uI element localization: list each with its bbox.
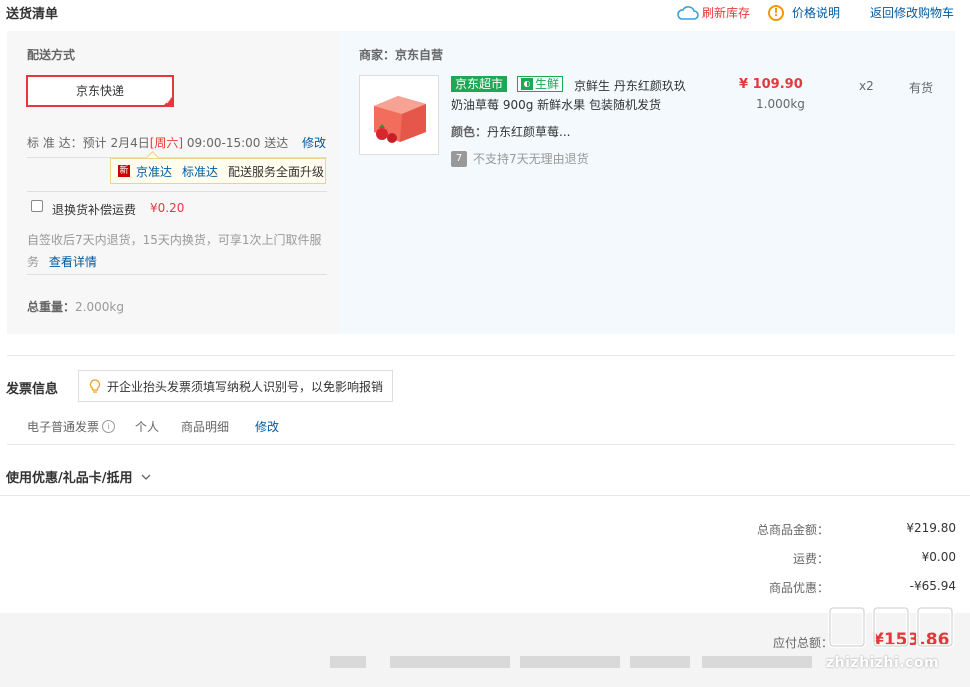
redacted-text	[630, 656, 690, 668]
total-weight: 总重量：2.000kg	[27, 300, 124, 314]
check-icon: ✓	[165, 97, 172, 106]
shipping-method-label: 京东快递	[75, 84, 124, 98]
freight-label: 运费：	[792, 552, 829, 566]
bzd-link[interactable]: 标准达	[182, 163, 218, 180]
watermark-text: zhizhizhi.com	[826, 655, 940, 671]
return-freight-label: 退换货补偿运费	[52, 203, 137, 217]
redacted-text	[520, 656, 620, 668]
back-to-cart-link[interactable]: 返回修改购物车	[870, 4, 954, 21]
warning-icon: !	[767, 4, 784, 21]
divider	[27, 274, 327, 275]
invoice-tip: 开企业抬头发票须填写纳税人识别号，以免影响报销	[78, 370, 393, 402]
cloud-refresh-icon	[677, 5, 699, 20]
edit-delivery-time-link[interactable]: 修改	[302, 134, 326, 151]
return-freight-price: ¥0.20	[150, 201, 185, 215]
divider	[7, 444, 955, 445]
invoice-content: 商品明细	[181, 420, 230, 434]
product-name-link[interactable]: 京鲜生 丹东红颜玖玖	[574, 77, 686, 94]
freight-value: ¥0.00	[921, 550, 956, 564]
invoice-type: 电子普通发票	[27, 420, 100, 434]
fresh-icon: ◐	[521, 78, 533, 90]
jd-supermarket-badge: 京东超市	[451, 76, 508, 92]
fresh-badge: ◐ 生鲜	[517, 76, 564, 92]
goods-total-value: ¥219.80	[906, 521, 956, 535]
return-policy-note: 自签收后7天内退货，15天内换货，可享1次上门取件服务 查看详情	[27, 233, 322, 269]
lightbulb-icon	[89, 379, 101, 393]
standard-delivery-info: 标 准 达：预计 2月4日[周六] 09:00-15:00 送达	[27, 136, 289, 150]
invoice-person: 个人	[135, 420, 160, 434]
product-thumbnail[interactable]	[359, 75, 439, 155]
price-explain-link[interactable]: ! 价格说明	[767, 4, 840, 21]
shipping-method-option[interactable]: 京东快递 ✓	[26, 75, 174, 107]
divider	[0, 495, 970, 496]
redacted-text	[390, 656, 510, 668]
invoice-details: 电子普通发票 i 个人 商品明细 修改	[27, 418, 301, 435]
jzd-link[interactable]: 京准达	[136, 163, 172, 180]
invoice-title: 发票信息	[6, 382, 59, 397]
info-icon[interactable]: i	[102, 420, 116, 433]
no-return-notice: 7 不支持7天无理由退货	[451, 150, 589, 167]
shipping-label: 配送方式	[27, 48, 76, 62]
return-freight-checkbox[interactable]	[31, 200, 43, 212]
new-badge-icon: 新	[118, 165, 130, 177]
discount-label: 商品优惠：	[768, 581, 829, 595]
divider	[27, 191, 327, 192]
strawberry-box-image	[374, 96, 426, 143]
redacted-text	[702, 656, 812, 668]
seven-day-icon: 7	[451, 150, 467, 167]
goods-total-label: 总商品金额：	[756, 523, 829, 537]
page-title: 送货清单	[6, 7, 59, 22]
discount-value: -¥65.94	[909, 579, 956, 593]
merchant-label: 商家：京东自营	[359, 48, 444, 62]
product-color: 颜色：丹东红颜草莓...	[451, 125, 571, 139]
product-price: ¥ 109.90	[739, 77, 803, 92]
divider	[7, 355, 955, 356]
stock-status: 有货	[909, 81, 934, 95]
product-weight: 1.000kg	[756, 97, 805, 111]
delivery-upgrade-tip: 新 京准达 标准达 配送服务全面升级	[110, 158, 326, 184]
view-details-link[interactable]: 查看详情	[49, 255, 97, 269]
refresh-stock-link[interactable]: 刷新库存	[677, 4, 750, 21]
header-actions: 刷新库存 ! 价格说明 返回修改购物车	[659, 4, 954, 21]
product-name-line2[interactable]: 奶油草莓 900g 新鲜水果 包装随机发货	[451, 96, 661, 113]
redacted-text	[330, 656, 366, 668]
invoice-edit-link[interactable]: 修改	[255, 418, 279, 435]
product-quantity: x2	[859, 79, 874, 93]
chevron-down-icon	[141, 474, 150, 480]
coupon-toggle[interactable]: 使用优惠/礼品卡/抵用	[6, 467, 151, 486]
